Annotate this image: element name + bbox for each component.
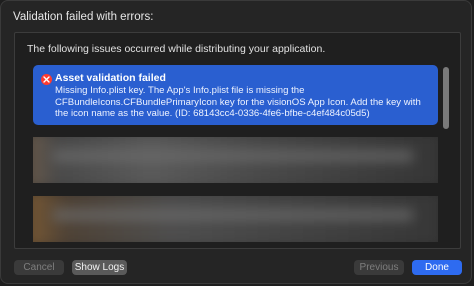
issues-scrollbar[interactable]	[443, 67, 449, 129]
done-button[interactable]: Done	[412, 260, 462, 275]
issue-title: Asset validation failed	[55, 72, 166, 84]
error-x-icon	[41, 74, 52, 85]
blurred-issue-row	[33, 137, 438, 183]
issues-list[interactable]: Asset validation failed Missing Info.pli…	[33, 65, 438, 243]
validation-dialog: Validation failed with errors: The follo…	[0, 0, 472, 284]
previous-button[interactable]: Previous	[354, 260, 404, 275]
show-logs-button[interactable]: Show Logs	[72, 260, 127, 275]
cancel-button[interactable]: Cancel	[14, 260, 64, 275]
issues-intro-text: The following issues occurred while dist…	[27, 43, 326, 55]
issue-card-selected[interactable]: Asset validation failed Missing Info.pli…	[33, 65, 438, 125]
issue-message: Missing Info.plist key. The App's Info.p…	[55, 85, 421, 119]
dialog-title: Validation failed with errors:	[13, 11, 154, 23]
issues-panel: The following issues occurred while dist…	[14, 32, 461, 249]
blurred-issue-row	[33, 196, 438, 242]
